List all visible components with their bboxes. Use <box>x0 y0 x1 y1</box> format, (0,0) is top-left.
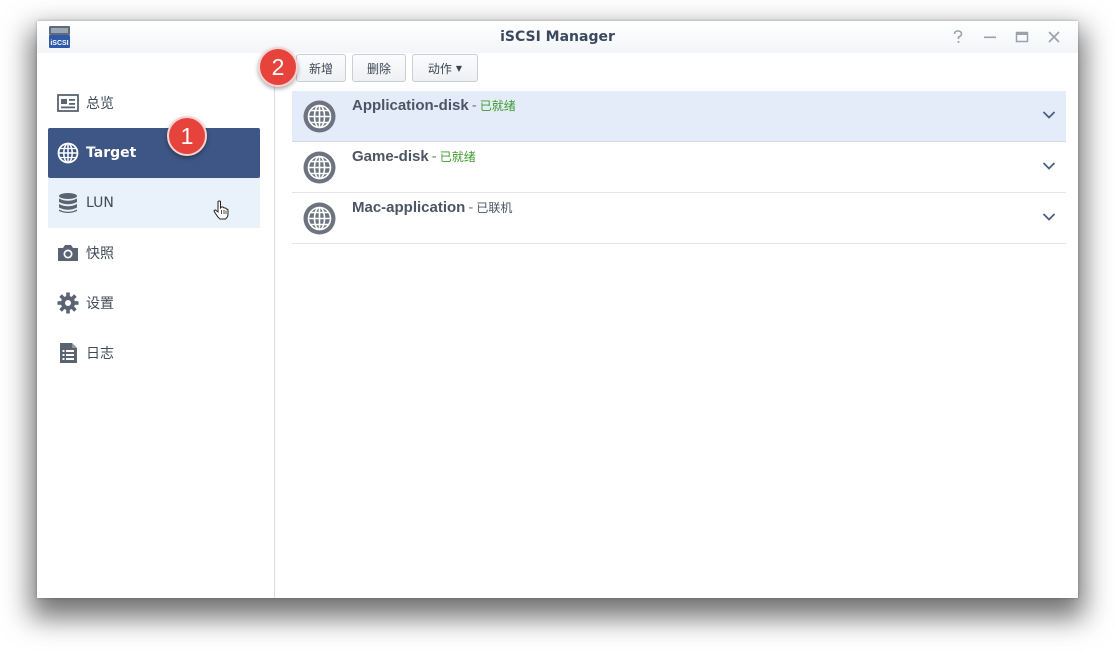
globe-icon <box>56 141 80 165</box>
target-separator: - <box>468 199 474 216</box>
maximize-icon <box>1015 31 1029 43</box>
target-status: 已就绪 <box>439 150 476 164</box>
target-row-mac-application[interactable]: Mac-application - 已联机 <box>292 193 1066 244</box>
target-name: Application-disk <box>352 97 469 114</box>
globe-icon <box>303 151 336 184</box>
add-button[interactable]: 新增 <box>296 54 346 82</box>
target-name: Game-disk <box>352 148 429 165</box>
target-row-application-disk[interactable]: Application-disk - 已就绪 <box>292 91 1066 142</box>
action-button-label: 动作 <box>427 61 452 76</box>
minimize-icon <box>984 36 996 39</box>
maximize-button[interactable] <box>1013 28 1031 46</box>
sidebar-item-overview[interactable]: 总览 <box>48 78 260 128</box>
sidebar-item-snapshot[interactable]: 快照 <box>48 228 260 278</box>
sidebar-item-settings[interactable]: 设置 <box>48 278 260 328</box>
sidebar-item-log[interactable]: 日志 <box>48 328 260 378</box>
target-name-line: Game-disk - 已就绪 <box>352 148 476 165</box>
chevron-down-icon[interactable] <box>1042 161 1056 171</box>
sidebar: 总览 Target LUN 快照 设置 日志 <box>37 53 275 598</box>
sidebar-item-label: 日志 <box>86 346 114 362</box>
help-button[interactable] <box>949 28 967 46</box>
database-icon <box>56 191 80 215</box>
step-badge-2: 2 <box>258 47 298 87</box>
target-name-line: Application-disk - 已就绪 <box>352 97 516 114</box>
target-name-line: Mac-application - 已联机 <box>352 199 512 216</box>
sidebar-item-label: 总览 <box>86 96 114 112</box>
sidebar-item-label: Target <box>86 145 137 161</box>
gear-icon <box>56 291 80 315</box>
step-badge-1: 1 <box>167 116 207 156</box>
delete-button[interactable]: 删除 <box>352 54 406 82</box>
window-title: iSCSI Manager <box>500 29 615 45</box>
delete-button-label: 删除 <box>366 61 391 76</box>
target-separator: - <box>471 97 477 114</box>
globe-icon <box>303 100 336 133</box>
add-button-label: 新增 <box>308 61 333 76</box>
hand-cursor-icon <box>213 200 229 220</box>
overview-icon <box>56 91 80 115</box>
help-icon <box>953 30 963 43</box>
target-row-game-disk[interactable]: Game-disk - 已就绪 <box>292 142 1066 193</box>
globe-icon <box>303 202 336 235</box>
sidebar-item-label: 快照 <box>86 246 114 262</box>
title-bar[interactable]: iSCSI iSCSI Manager <box>37 21 1078 53</box>
camera-icon <box>56 241 80 265</box>
sidebar-item-target[interactable]: Target <box>48 128 260 178</box>
minimize-button[interactable] <box>981 28 999 46</box>
action-dropdown-button[interactable]: 动作 ▼ <box>412 54 478 82</box>
chevron-down-icon[interactable] <box>1042 212 1056 222</box>
target-separator: - <box>431 148 437 165</box>
sidebar-item-label: 设置 <box>86 296 114 312</box>
close-icon <box>1048 31 1060 43</box>
iscsi-manager-window: iSCSI iSCSI Manager 总览 Target LUN 快照 设置 … <box>37 21 1078 598</box>
chevron-down-icon[interactable] <box>1042 110 1056 120</box>
sidebar-item-label: LUN <box>86 195 114 211</box>
log-icon <box>56 341 80 365</box>
close-button[interactable] <box>1045 28 1063 46</box>
target-status: 已联机 <box>476 201 513 215</box>
target-name: Mac-application <box>352 199 466 216</box>
caret-down-icon: ▼ <box>455 63 463 73</box>
target-status: 已就绪 <box>479 99 516 113</box>
